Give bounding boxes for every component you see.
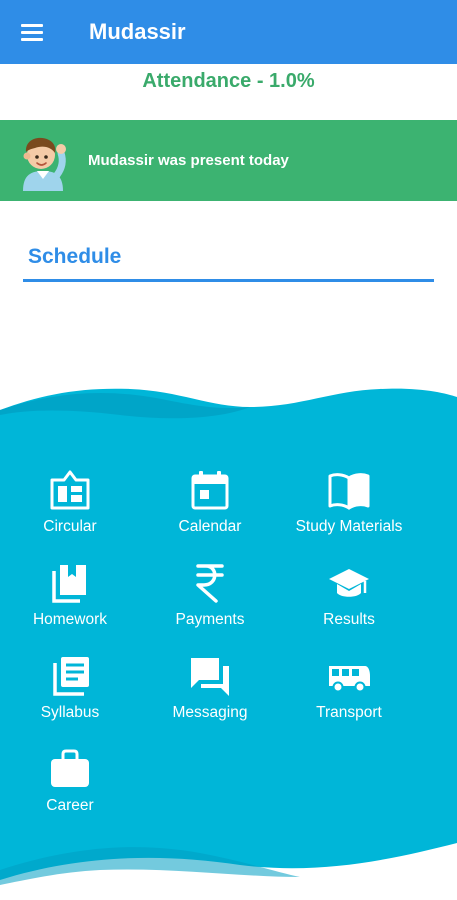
- attendance-percentage: Attendance - 1.0%: [142, 70, 315, 92]
- menu-item-label: Syllabus: [40, 704, 100, 721]
- menu-item-label: Calendar: [178, 518, 242, 535]
- hamburger-icon: [21, 24, 43, 41]
- menu-item-label: Transport: [316, 704, 382, 721]
- menu-item-label: Messaging: [172, 704, 248, 721]
- menu-item-calendar[interactable]: Calendar: [135, 468, 285, 548]
- schedule-label: Schedule: [28, 245, 122, 268]
- menu-item-career[interactable]: Career: [0, 747, 145, 827]
- menu-item-payments[interactable]: Payments: [135, 561, 285, 641]
- homework-icon: [52, 565, 86, 603]
- menu-item-label: Circular: [43, 518, 97, 535]
- chat-icon: [191, 658, 229, 696]
- menu-item-label: Payments: [175, 611, 245, 628]
- menu-item-homework[interactable]: Homework: [0, 561, 145, 641]
- app-bar: Mudassir: [0, 0, 457, 64]
- graduation-cap-icon: [329, 569, 369, 597]
- menu-item-results[interactable]: Results: [274, 561, 424, 641]
- menu-item-transport[interactable]: Transport: [274, 654, 424, 734]
- menu-item-syllabus[interactable]: Syllabus: [0, 654, 145, 734]
- attendance-banner: Mudassir was present today: [0, 120, 457, 201]
- student-avatar-icon: [23, 137, 66, 191]
- calendar-icon: [191, 471, 229, 510]
- menu-item-label: Homework: [32, 611, 108, 628]
- menu-item-messaging[interactable]: Messaging: [135, 654, 285, 734]
- syllabus-icon: [53, 657, 89, 696]
- app-title: Mudassir: [89, 19, 186, 44]
- briefcase-icon: [51, 749, 89, 787]
- bus-icon: [329, 666, 370, 693]
- banner-message: Mudassir was present today: [88, 152, 289, 169]
- menu-item-label: Study Materials: [295, 518, 403, 535]
- menu-item-label: Career: [46, 797, 94, 814]
- circular-icon: [50, 470, 90, 510]
- rupee-icon: [196, 564, 224, 603]
- menu-item-circular[interactable]: Circular: [0, 468, 145, 548]
- menu-item-label: Results: [323, 611, 375, 628]
- book-icon: [328, 473, 370, 510]
- menu-button[interactable]: [0, 0, 64, 64]
- menu-item-study-materials[interactable]: Study Materials: [274, 468, 424, 548]
- schedule-section[interactable]: Schedule: [23, 245, 434, 282]
